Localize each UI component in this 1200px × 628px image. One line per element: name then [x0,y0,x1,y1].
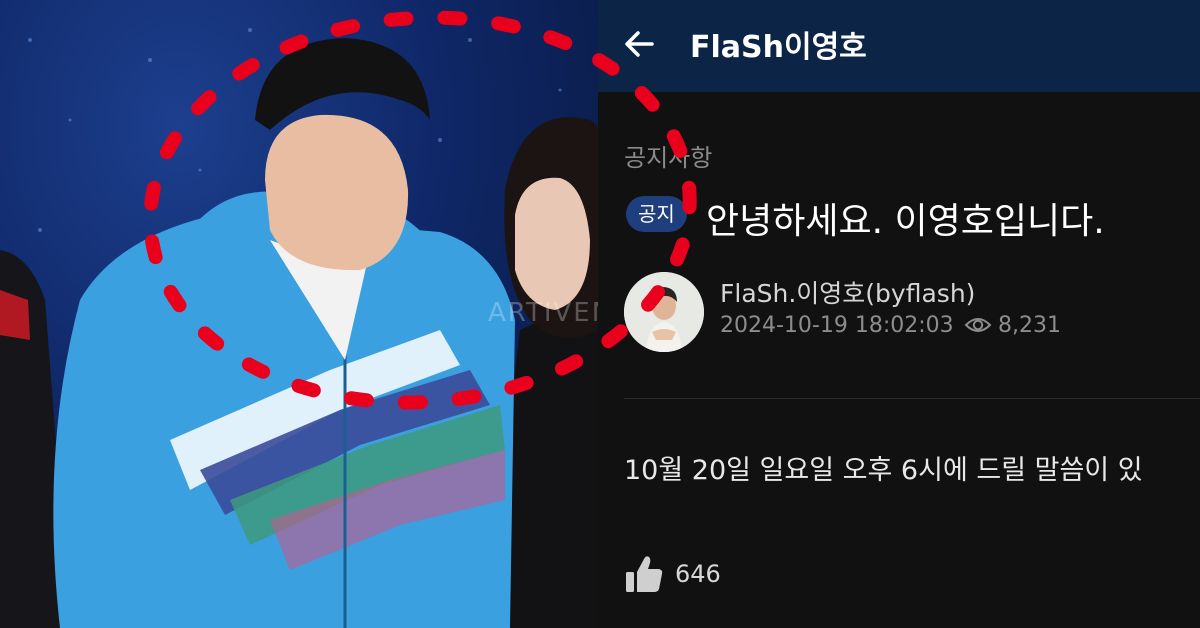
eye-icon [964,318,992,332]
watermark-text: ARTIVENEWS [488,298,598,328]
post-timestamp: 2024-10-19 18:02:03 [720,313,954,338]
board-name[interactable]: 공지사항 [624,138,712,173]
back-arrow-icon [625,31,654,57]
post-body-text: 10월 20일 일요일 오후 6시에 드릴 말씀이 있 [624,455,1143,486]
like-count: 646 [675,560,721,588]
like-button[interactable] [622,552,666,596]
notice-badge: 공지 [626,196,687,232]
thumbs-up-icon [626,556,663,592]
divider [624,398,1200,399]
post-title: 안녕하세요. 이영호입니다. [706,201,1105,242]
avatar-image [624,272,704,352]
header-title: FlaSh이영호 [690,30,867,65]
photo-panel: ARTIVENEWS [0,0,598,628]
app-header: FlaSh이영호 [598,0,1200,92]
author-avatar[interactable] [624,272,704,352]
view-count: 8,231 [998,313,1061,338]
back-button[interactable] [620,24,660,64]
author-name[interactable]: FlaSh.이영호(byflash) [720,274,975,310]
community-post-screen: FlaSh이영호 공지사항 공지 안녕하세요. 이영호입니다. FlaSh.이영… [598,0,1200,628]
